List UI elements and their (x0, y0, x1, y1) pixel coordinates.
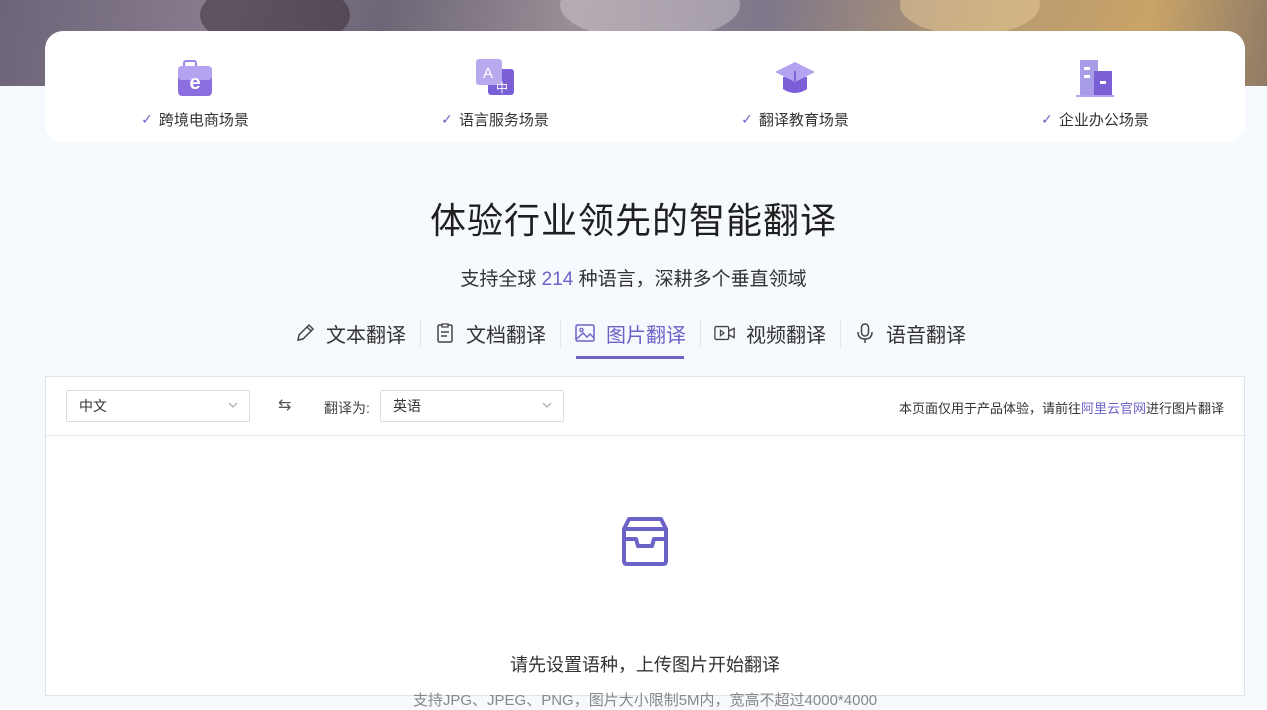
image-translation-panel: 中文 ⇆ 翻译为: 英语 本页面仅用于产品体验，请前往阿里云官网进行图片翻译 请… (45, 376, 1245, 709)
tab-label: 文本翻译 (326, 324, 406, 347)
svg-text:A: A (483, 65, 493, 82)
scene-ecommerce[interactable]: e ✓ 跨境电商场景 (45, 31, 345, 142)
page-title: 体验行业领先的智能翻译 (429, 200, 837, 241)
tab-document-translation[interactable]: 文档翻译 (420, 313, 560, 353)
language-translate-icon: A 中 (474, 57, 516, 99)
page-subtitle: 支持全球 214 种语言，深耕多个垂直领域 (0, 264, 1267, 291)
source-language-value: 中文 (79, 398, 107, 414)
check-icon: ✓ (441, 111, 453, 127)
microphone-icon (854, 322, 876, 344)
pencil-icon (294, 322, 316, 344)
aliyun-official-link[interactable]: 阿里云官网 (1081, 401, 1146, 416)
notice-suffix: 进行图片翻译 (1145, 401, 1224, 416)
scene-label: 企业办公场景 (1058, 112, 1149, 129)
scene-label: 语言服务场景 (458, 112, 549, 129)
scene-office[interactable]: ✓ 企业办公场景 (945, 31, 1245, 142)
tab-text-translation[interactable]: 文本翻译 (280, 313, 420, 353)
chevron-down-icon (227, 399, 239, 414)
office-building-icon (1074, 57, 1116, 99)
scene-education[interactable]: ✓ 翻译教育场景 (645, 31, 945, 142)
hero-photo-shape (900, 0, 1040, 35)
graduation-cap-icon (774, 57, 816, 99)
target-language-select[interactable]: 英语 (380, 390, 564, 422)
scene-label: 跨境电商场景 (158, 112, 249, 129)
subtitle-prefix: 支持全球 (460, 269, 542, 290)
check-icon: ✓ (1041, 111, 1053, 127)
swap-languages-icon[interactable]: ⇆ (278, 395, 291, 415)
language-count: 214 (541, 269, 574, 290)
empty-state-message: 请先设置语种，上传图片开始翻译 (510, 655, 780, 675)
product-notice: 本页面仅用于产品体验，请前往阿里云官网进行图片翻译 (899, 398, 1224, 417)
tab-label: 语音翻译 (886, 324, 966, 347)
tab-label: 视频翻译 (746, 324, 826, 347)
upload-empty-state[interactable]: 请先设置语种，上传图片开始翻译 支持JPG、JPEG、PNG，图片大小限制5M内… (46, 437, 1244, 709)
svg-text:中: 中 (496, 80, 508, 95)
translation-type-tabs: 文本翻译 文档翻译 图片翻译 视频翻译 语音翻译 (280, 308, 980, 359)
tab-label: 文档翻译 (466, 324, 546, 347)
check-icon: ✓ (741, 111, 753, 127)
chevron-down-icon (541, 399, 553, 414)
language-toolbar: 中文 ⇆ 翻译为: 英语 本页面仅用于产品体验，请前往阿里云官网进行图片翻译 (46, 377, 1244, 436)
tab-image-translation[interactable]: 图片翻译 (560, 313, 700, 359)
tab-speech-translation[interactable]: 语音翻译 (840, 313, 980, 353)
document-icon (434, 322, 456, 344)
tab-video-translation[interactable]: 视频翻译 (700, 313, 840, 353)
scene-label: 翻译教育场景 (758, 112, 849, 129)
target-language-label: 翻译为: (324, 400, 370, 416)
upload-format-hint: 支持JPG、JPEG、PNG，图片大小限制5M内，宽高不超过4000*4000 (412, 692, 878, 709)
image-icon (574, 322, 596, 344)
check-icon: ✓ (141, 111, 153, 127)
video-icon (714, 322, 736, 344)
scene-language-service[interactable]: A 中 ✓ 语言服务场景 (345, 31, 645, 142)
svg-text:e: e (189, 72, 200, 94)
inbox-icon (620, 515, 670, 567)
ecommerce-bag-icon: e (174, 57, 216, 99)
source-language-select[interactable]: 中文 (66, 390, 250, 422)
subtitle-suffix: 种语言，深耕多个垂直领域 (573, 269, 807, 290)
scenario-card: e ✓ 跨境电商场景 A 中 ✓ 语言服务场景 ✓ 翻译教育场景 ✓ 企业办公场… (45, 31, 1245, 142)
tab-label: 图片翻译 (606, 324, 686, 347)
target-language-value: 英语 (393, 398, 421, 414)
notice-prefix: 本页面仅用于产品体验，请前往 (898, 401, 1081, 416)
